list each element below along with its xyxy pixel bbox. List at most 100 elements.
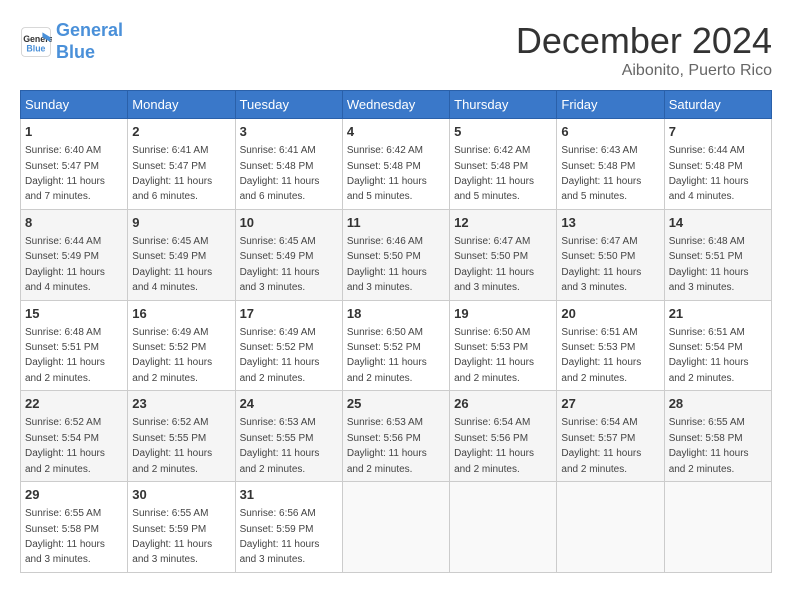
day-detail: Sunrise: 6:46 AMSunset: 5:50 PMDaylight:… bbox=[347, 236, 427, 293]
day-number: 11 bbox=[347, 214, 445, 232]
day-detail: Sunrise: 6:49 AMSunset: 5:52 PMDaylight:… bbox=[132, 327, 212, 384]
day-number: 14 bbox=[669, 214, 767, 232]
day-number: 13 bbox=[561, 214, 659, 232]
day-cell: 31 Sunrise: 6:56 AMSunset: 5:59 PMDaylig… bbox=[235, 482, 342, 573]
day-detail: Sunrise: 6:41 AMSunset: 5:48 PMDaylight:… bbox=[240, 145, 320, 202]
col-tuesday: Tuesday bbox=[235, 91, 342, 119]
logo: General Blue General Blue bbox=[20, 20, 123, 63]
day-number: 6 bbox=[561, 123, 659, 141]
day-cell: 11 Sunrise: 6:46 AMSunset: 5:50 PMDaylig… bbox=[342, 209, 449, 300]
title-block: December 2024 Aibonito, Puerto Rico bbox=[516, 20, 772, 80]
day-cell: 23 Sunrise: 6:52 AMSunset: 5:55 PMDaylig… bbox=[128, 391, 235, 482]
day-detail: Sunrise: 6:55 AMSunset: 5:58 PMDaylight:… bbox=[25, 508, 105, 565]
day-number: 19 bbox=[454, 305, 552, 323]
day-cell: 18 Sunrise: 6:50 AMSunset: 5:52 PMDaylig… bbox=[342, 300, 449, 391]
day-detail: Sunrise: 6:47 AMSunset: 5:50 PMDaylight:… bbox=[454, 236, 534, 293]
day-detail: Sunrise: 6:45 AMSunset: 5:49 PMDaylight:… bbox=[132, 236, 212, 293]
page-header: General Blue General Blue December 2024 … bbox=[20, 20, 772, 80]
day-detail: Sunrise: 6:54 AMSunset: 5:57 PMDaylight:… bbox=[561, 417, 641, 474]
day-detail: Sunrise: 6:55 AMSunset: 5:59 PMDaylight:… bbox=[132, 508, 212, 565]
day-cell: 3 Sunrise: 6:41 AMSunset: 5:48 PMDayligh… bbox=[235, 119, 342, 210]
day-cell: 1 Sunrise: 6:40 AMSunset: 5:47 PMDayligh… bbox=[21, 119, 128, 210]
day-cell: 26 Sunrise: 6:54 AMSunset: 5:56 PMDaylig… bbox=[450, 391, 557, 482]
day-cell: 14 Sunrise: 6:48 AMSunset: 5:51 PMDaylig… bbox=[664, 209, 771, 300]
logo-icon: General Blue bbox=[20, 26, 52, 58]
day-number: 9 bbox=[132, 214, 230, 232]
col-monday: Monday bbox=[128, 91, 235, 119]
col-saturday: Saturday bbox=[664, 91, 771, 119]
day-cell: 9 Sunrise: 6:45 AMSunset: 5:49 PMDayligh… bbox=[128, 209, 235, 300]
day-detail: Sunrise: 6:43 AMSunset: 5:48 PMDaylight:… bbox=[561, 145, 641, 202]
week-row-2: 8 Sunrise: 6:44 AMSunset: 5:49 PMDayligh… bbox=[21, 209, 772, 300]
day-number: 22 bbox=[25, 395, 123, 413]
day-number: 4 bbox=[347, 123, 445, 141]
day-number: 16 bbox=[132, 305, 230, 323]
day-detail: Sunrise: 6:47 AMSunset: 5:50 PMDaylight:… bbox=[561, 236, 641, 293]
col-thursday: Thursday bbox=[450, 91, 557, 119]
day-detail: Sunrise: 6:45 AMSunset: 5:49 PMDaylight:… bbox=[240, 236, 320, 293]
day-cell: 22 Sunrise: 6:52 AMSunset: 5:54 PMDaylig… bbox=[21, 391, 128, 482]
day-number: 10 bbox=[240, 214, 338, 232]
day-number: 29 bbox=[25, 486, 123, 504]
day-cell bbox=[342, 482, 449, 573]
day-detail: Sunrise: 6:51 AMSunset: 5:53 PMDaylight:… bbox=[561, 327, 641, 384]
day-number: 23 bbox=[132, 395, 230, 413]
day-number: 12 bbox=[454, 214, 552, 232]
logo-text: General Blue bbox=[56, 20, 123, 63]
logo-line2: Blue bbox=[56, 42, 95, 62]
day-detail: Sunrise: 6:48 AMSunset: 5:51 PMDaylight:… bbox=[25, 327, 105, 384]
day-detail: Sunrise: 6:48 AMSunset: 5:51 PMDaylight:… bbox=[669, 236, 749, 293]
day-number: 3 bbox=[240, 123, 338, 141]
day-number: 28 bbox=[669, 395, 767, 413]
day-number: 25 bbox=[347, 395, 445, 413]
day-detail: Sunrise: 6:44 AMSunset: 5:48 PMDaylight:… bbox=[669, 145, 749, 202]
day-detail: Sunrise: 6:40 AMSunset: 5:47 PMDaylight:… bbox=[25, 145, 105, 202]
day-detail: Sunrise: 6:56 AMSunset: 5:59 PMDaylight:… bbox=[240, 508, 320, 565]
day-number: 20 bbox=[561, 305, 659, 323]
day-cell bbox=[557, 482, 664, 573]
col-sunday: Sunday bbox=[21, 91, 128, 119]
day-cell: 2 Sunrise: 6:41 AMSunset: 5:47 PMDayligh… bbox=[128, 119, 235, 210]
day-detail: Sunrise: 6:55 AMSunset: 5:58 PMDaylight:… bbox=[669, 417, 749, 474]
day-cell bbox=[664, 482, 771, 573]
week-row-3: 15 Sunrise: 6:48 AMSunset: 5:51 PMDaylig… bbox=[21, 300, 772, 391]
day-cell: 28 Sunrise: 6:55 AMSunset: 5:58 PMDaylig… bbox=[664, 391, 771, 482]
day-number: 24 bbox=[240, 395, 338, 413]
day-cell: 6 Sunrise: 6:43 AMSunset: 5:48 PMDayligh… bbox=[557, 119, 664, 210]
day-detail: Sunrise: 6:49 AMSunset: 5:52 PMDaylight:… bbox=[240, 327, 320, 384]
day-cell: 17 Sunrise: 6:49 AMSunset: 5:52 PMDaylig… bbox=[235, 300, 342, 391]
day-cell: 21 Sunrise: 6:51 AMSunset: 5:54 PMDaylig… bbox=[664, 300, 771, 391]
col-wednesday: Wednesday bbox=[342, 91, 449, 119]
day-number: 18 bbox=[347, 305, 445, 323]
week-row-4: 22 Sunrise: 6:52 AMSunset: 5:54 PMDaylig… bbox=[21, 391, 772, 482]
day-number: 8 bbox=[25, 214, 123, 232]
day-cell: 5 Sunrise: 6:42 AMSunset: 5:48 PMDayligh… bbox=[450, 119, 557, 210]
day-cell: 19 Sunrise: 6:50 AMSunset: 5:53 PMDaylig… bbox=[450, 300, 557, 391]
day-detail: Sunrise: 6:53 AMSunset: 5:56 PMDaylight:… bbox=[347, 417, 427, 474]
day-cell: 24 Sunrise: 6:53 AMSunset: 5:55 PMDaylig… bbox=[235, 391, 342, 482]
day-cell bbox=[450, 482, 557, 573]
day-cell: 15 Sunrise: 6:48 AMSunset: 5:51 PMDaylig… bbox=[21, 300, 128, 391]
day-number: 7 bbox=[669, 123, 767, 141]
day-number: 26 bbox=[454, 395, 552, 413]
day-number: 31 bbox=[240, 486, 338, 504]
day-cell: 8 Sunrise: 6:44 AMSunset: 5:49 PMDayligh… bbox=[21, 209, 128, 300]
day-number: 5 bbox=[454, 123, 552, 141]
week-row-5: 29 Sunrise: 6:55 AMSunset: 5:58 PMDaylig… bbox=[21, 482, 772, 573]
day-detail: Sunrise: 6:50 AMSunset: 5:53 PMDaylight:… bbox=[454, 327, 534, 384]
day-detail: Sunrise: 6:42 AMSunset: 5:48 PMDaylight:… bbox=[347, 145, 427, 202]
day-number: 17 bbox=[240, 305, 338, 323]
month-title: December 2024 bbox=[516, 20, 772, 62]
day-cell: 12 Sunrise: 6:47 AMSunset: 5:50 PMDaylig… bbox=[450, 209, 557, 300]
day-cell: 4 Sunrise: 6:42 AMSunset: 5:48 PMDayligh… bbox=[342, 119, 449, 210]
day-number: 15 bbox=[25, 305, 123, 323]
day-detail: Sunrise: 6:51 AMSunset: 5:54 PMDaylight:… bbox=[669, 327, 749, 384]
day-cell: 20 Sunrise: 6:51 AMSunset: 5:53 PMDaylig… bbox=[557, 300, 664, 391]
day-detail: Sunrise: 6:52 AMSunset: 5:55 PMDaylight:… bbox=[132, 417, 212, 474]
logo-line1: General bbox=[56, 20, 123, 40]
day-cell: 30 Sunrise: 6:55 AMSunset: 5:59 PMDaylig… bbox=[128, 482, 235, 573]
day-number: 2 bbox=[132, 123, 230, 141]
svg-text:Blue: Blue bbox=[26, 43, 45, 53]
day-cell: 27 Sunrise: 6:54 AMSunset: 5:57 PMDaylig… bbox=[557, 391, 664, 482]
day-cell: 16 Sunrise: 6:49 AMSunset: 5:52 PMDaylig… bbox=[128, 300, 235, 391]
